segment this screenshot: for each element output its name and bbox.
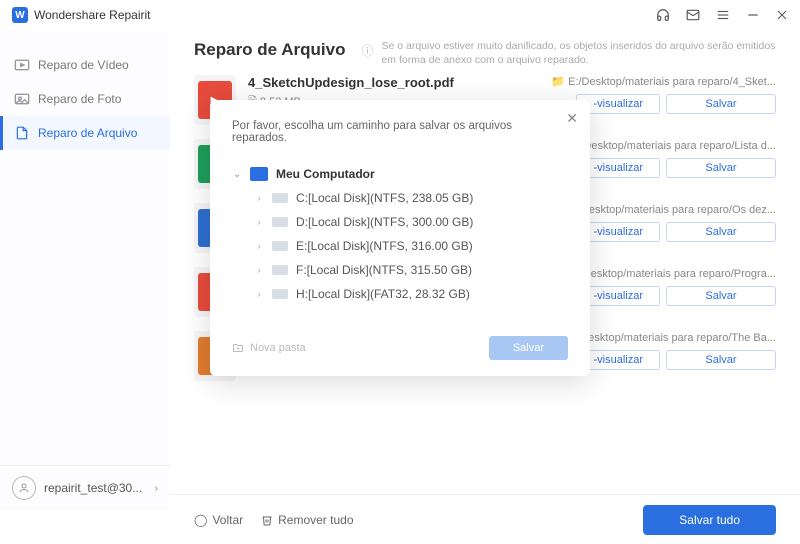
disk-label: E:[Local Disk](NTFS, 316.00 GB)	[296, 239, 473, 253]
tree-disk[interactable]: › C:[Local Disk](NTFS, 238.05 GB)	[254, 186, 568, 210]
new-folder-label: Nova pasta	[250, 342, 306, 354]
disk-label: F:[Local Disk](NTFS, 315.50 GB)	[296, 263, 472, 277]
disk-icon	[272, 289, 288, 299]
folder-tree: ⌄ Meu Computador › C:[Local Disk](NTFS, …	[232, 162, 568, 306]
modal-close-icon[interactable]: ✕	[566, 110, 578, 127]
caret-right-icon: ›	[254, 265, 264, 275]
disk-icon	[272, 241, 288, 251]
disk-icon	[272, 193, 288, 203]
tree-disk[interactable]: › D:[Local Disk](NTFS, 300.00 GB)	[254, 210, 568, 234]
disk-icon	[272, 217, 288, 227]
save-path-modal: ✕ Por favor, escolha um caminho para sal…	[210, 100, 590, 376]
caret-right-icon: ›	[254, 217, 264, 227]
caret-down-icon: ⌄	[232, 169, 242, 180]
disk-label: D:[Local Disk](NTFS, 300.00 GB)	[296, 215, 473, 229]
disk-label: C:[Local Disk](NTFS, 238.05 GB)	[296, 191, 473, 205]
modal-save-button[interactable]: Salvar	[489, 336, 568, 360]
modal-footer: Nova pasta Salvar	[232, 336, 568, 360]
caret-right-icon: ›	[254, 241, 264, 251]
new-folder-icon	[232, 342, 244, 354]
modal-title: Por favor, escolha um caminho para salva…	[232, 120, 568, 144]
new-folder-button[interactable]: Nova pasta	[232, 342, 306, 354]
tree-root[interactable]: ⌄ Meu Computador	[232, 162, 568, 186]
tree-disk[interactable]: › H:[Local Disk](FAT32, 28.32 GB)	[254, 282, 568, 306]
caret-right-icon: ›	[254, 289, 264, 299]
modal-overlay: ✕ Por favor, escolha um caminho para sal…	[0, 0, 800, 544]
tree-root-label: Meu Computador	[276, 167, 375, 181]
caret-right-icon: ›	[254, 193, 264, 203]
tree-disk[interactable]: › E:[Local Disk](NTFS, 316.00 GB)	[254, 234, 568, 258]
tree-disk[interactable]: › F:[Local Disk](NTFS, 315.50 GB)	[254, 258, 568, 282]
computer-icon	[250, 167, 268, 181]
disk-icon	[272, 265, 288, 275]
disk-label: H:[Local Disk](FAT32, 28.32 GB)	[296, 287, 470, 301]
